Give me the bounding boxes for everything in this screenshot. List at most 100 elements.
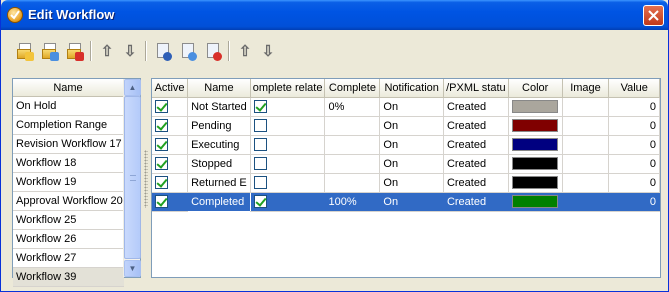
active-checkbox[interactable] (155, 119, 168, 132)
complete-related-checkbox[interactable] (253, 100, 267, 113)
workflow-list-item[interactable]: Revision Workflow 17 (13, 135, 124, 154)
delete-workflow-button[interactable] (63, 40, 85, 62)
move-status-down-button[interactable]: ⇩ (257, 40, 279, 62)
active-checkbox[interactable] (155, 157, 168, 170)
pxml-status-cell[interactable]: Created (443, 97, 509, 117)
close-button[interactable] (643, 5, 664, 26)
status-row[interactable]: Returned E On Created 0 (152, 173, 660, 193)
workflow-list-item[interactable]: Workflow 19 (13, 173, 124, 192)
column-notification-header[interactable]: Notification (379, 79, 444, 98)
complete-related-cell (250, 135, 326, 155)
active-checkbox[interactable] (155, 195, 168, 208)
new-workflow-button[interactable] (13, 40, 35, 62)
complete-related-checkbox[interactable] (253, 119, 267, 132)
column-name-header[interactable]: Name (187, 79, 251, 98)
scroll-up-button[interactable]: ▲ (124, 79, 141, 96)
column-color-header[interactable]: Color (508, 79, 563, 98)
value-cell[interactable]: 0 (608, 116, 660, 136)
notification-cell[interactable]: On (379, 97, 444, 117)
value-cell[interactable]: 0 (608, 135, 660, 155)
complete-related-checkbox[interactable] (253, 195, 267, 208)
status-name-cell[interactable]: Completed (187, 191, 251, 212)
complete-related-checkbox[interactable] (253, 138, 267, 151)
status-name-cell[interactable]: Not Started (187, 97, 251, 117)
notification-cell[interactable]: On (379, 154, 444, 174)
workflow-list-scrollbar[interactable]: ▲ ▼ (123, 79, 141, 277)
complete-related-cell (250, 192, 326, 212)
pxml-status-cell[interactable]: Created (443, 154, 509, 174)
notification-cell[interactable]: On (379, 173, 444, 193)
notification-cell[interactable]: On (379, 192, 444, 212)
status-name-cell[interactable]: Returned E (187, 173, 251, 193)
pxml-status-cell[interactable]: Created (443, 135, 509, 155)
image-cell[interactable] (562, 192, 610, 212)
column-complete-related-header[interactable]: omplete relate (250, 79, 326, 98)
column-pxml-status-header[interactable]: /PXML statu (443, 79, 509, 98)
workflow-list-item[interactable]: Approval Workflow 20 (13, 192, 124, 211)
scroll-down-button[interactable]: ▼ (124, 260, 141, 277)
move-workflow-up-button[interactable]: ⇧ (96, 40, 118, 62)
value-cell[interactable]: 0 (608, 97, 660, 117)
color-cell[interactable] (508, 116, 563, 136)
workflow-list-item[interactable]: Workflow 39 (13, 268, 124, 287)
image-cell[interactable] (562, 154, 610, 174)
notification-cell[interactable]: On (379, 116, 444, 136)
notification-cell[interactable]: On (379, 135, 444, 155)
complete-related-checkbox[interactable] (253, 176, 267, 189)
workflow-list-item[interactable]: Workflow 25 (13, 211, 124, 230)
active-checkbox[interactable] (155, 100, 168, 113)
complete-cell[interactable] (324, 116, 381, 136)
edit-workflow-button[interactable] (38, 40, 60, 62)
status-name-cell[interactable]: Stopped (187, 154, 251, 174)
status-name-cell[interactable]: Pending (187, 116, 251, 136)
new-status-button[interactable] (151, 40, 173, 62)
delete-document-icon (66, 42, 84, 61)
column-active-header[interactable]: Active (152, 79, 189, 98)
workflow-list-item[interactable]: On Hold (13, 97, 124, 116)
status-row[interactable]: Completed 100% On Created 0 (152, 191, 660, 212)
color-cell[interactable] (508, 97, 563, 117)
complete-cell[interactable] (324, 135, 381, 155)
value-cell[interactable]: 0 (608, 173, 660, 193)
status-row[interactable]: Executing On Created 0 (152, 135, 660, 155)
pxml-status-cell[interactable]: Created (443, 192, 509, 212)
workflow-list-item[interactable]: Completion Range (13, 116, 124, 135)
value-cell[interactable]: 0 (608, 154, 660, 174)
splitter-handle[interactable] (144, 150, 148, 208)
title-bar[interactable]: Edit Workflow (1, 0, 668, 30)
pxml-status-cell[interactable]: Created (443, 116, 509, 136)
color-cell[interactable] (508, 154, 563, 174)
move-workflow-down-button[interactable]: ⇩ (119, 40, 141, 62)
pxml-status-cell[interactable]: Created (443, 173, 509, 193)
status-row[interactable]: Pending On Created 0 (152, 116, 660, 136)
workflow-list-item[interactable]: Workflow 26 (13, 230, 124, 249)
status-row[interactable]: Stopped On Created 0 (152, 154, 660, 174)
image-cell[interactable] (562, 135, 610, 155)
workflow-list-item[interactable]: Workflow 18 (13, 154, 124, 173)
complete-cell[interactable] (324, 154, 381, 174)
color-cell[interactable] (508, 192, 563, 212)
move-status-up-button[interactable]: ⇧ (234, 40, 256, 62)
column-image-header[interactable]: Image (562, 79, 610, 98)
color-cell[interactable] (508, 135, 563, 155)
scrollbar-thumb[interactable] (124, 96, 141, 259)
complete-related-checkbox[interactable] (253, 157, 267, 170)
complete-cell[interactable]: 100% (324, 192, 381, 212)
column-complete-header[interactable]: Complete (324, 79, 381, 98)
column-value-header[interactable]: Value (608, 79, 660, 98)
complete-cell[interactable]: 0% (324, 97, 381, 117)
status-name-cell[interactable]: Executing (187, 135, 251, 155)
edit-status-button[interactable] (176, 40, 198, 62)
value-cell[interactable]: 0 (608, 192, 660, 212)
workflow-list-header[interactable]: Name (13, 79, 124, 97)
complete-cell[interactable] (324, 173, 381, 193)
image-cell[interactable] (562, 97, 610, 117)
active-checkbox[interactable] (155, 176, 168, 189)
active-checkbox[interactable] (155, 138, 168, 151)
image-cell[interactable] (562, 173, 610, 193)
status-row[interactable]: Not Started 0% On Created 0 (152, 97, 660, 117)
color-cell[interactable] (508, 173, 563, 193)
workflow-list-item[interactable]: Workflow 27 (13, 249, 124, 268)
image-cell[interactable] (562, 116, 610, 136)
delete-status-button[interactable] (201, 40, 223, 62)
